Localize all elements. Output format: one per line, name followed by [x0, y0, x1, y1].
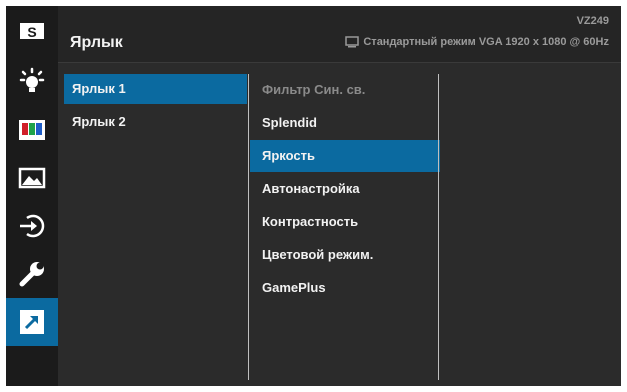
shortcut-arrow-icon: [20, 310, 44, 334]
mode-text: Стандартный режим VGA 1920 x 1080 @ 60Hz: [363, 36, 609, 48]
shortcut-list: Ярлык 1 Ярлык 2: [64, 74, 247, 140]
mode-status: Стандартный режим VGA 1920 x 1080 @ 60Hz: [345, 36, 609, 48]
function-item-bluelight-filter[interactable]: Фильтр Син. св.: [250, 74, 440, 106]
sidebar-item-system[interactable]: [6, 250, 58, 298]
system-setup-wrench-icon: [19, 262, 44, 287]
sidebar-item-shortcut[interactable]: [6, 298, 58, 346]
column-divider: [248, 74, 249, 380]
function-item-color-mode[interactable]: Цветовой режим.: [250, 239, 440, 271]
function-item-contrast[interactable]: Контрастность: [250, 206, 440, 238]
sidebar-item-image[interactable]: [6, 154, 58, 202]
page-title: Ярлык: [70, 34, 123, 51]
osd-menu: S Ярлык VZ249 Стандартный режим VGA 1920…: [6, 6, 621, 386]
input-select-icon: [20, 214, 45, 238]
function-item-gameplus[interactable]: GamePlus: [250, 272, 440, 304]
color-icon: [19, 120, 45, 140]
function-item-auto-adjust[interactable]: Автонастройка: [250, 173, 440, 205]
sidebar-item-input[interactable]: [6, 202, 58, 250]
function-list: Фильтр Син. св. Splendid Яркость Автонас…: [250, 74, 440, 305]
sidebar-item-splendid[interactable]: S: [6, 10, 58, 58]
shortcut-item-2[interactable]: Ярлык 2: [64, 107, 247, 137]
sidebar-item-bluelight[interactable]: [6, 58, 58, 106]
splendid-s-letter: S: [27, 24, 36, 40]
function-item-splendid[interactable]: Splendid: [250, 107, 440, 139]
sidebar-item-color[interactable]: [6, 106, 58, 154]
header: Ярлык VZ249 Стандартный режим VGA 1920 x…: [58, 6, 621, 63]
model-name: VZ249: [576, 15, 609, 27]
function-item-brightness[interactable]: Яркость: [250, 140, 440, 172]
monitor-icon: [345, 36, 360, 48]
bluelight-filter-icon: [19, 67, 45, 92]
column-divider: [438, 74, 439, 380]
shortcut-item-1[interactable]: Ярлык 1: [64, 74, 247, 104]
image-icon: [18, 167, 46, 189]
splendid-s-icon: S: [20, 23, 44, 45]
sidebar: S: [6, 6, 58, 386]
